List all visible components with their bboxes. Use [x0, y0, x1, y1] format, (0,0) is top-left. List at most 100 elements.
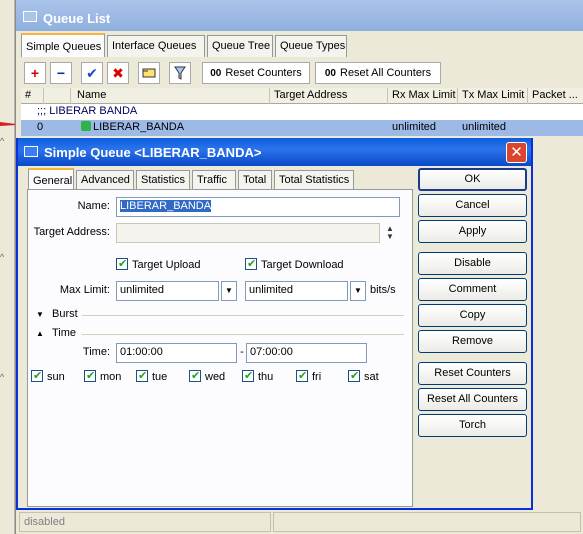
checkbox-icon [242, 369, 254, 382]
col-flags[interactable] [44, 88, 71, 104]
target-address-field[interactable] [116, 223, 380, 243]
simple-queue-dialog: Simple Queue <LIBERAR_BANDA> ✕ General A… [16, 138, 533, 510]
max-limit-upload-field[interactable]: unlimited [116, 281, 219, 301]
row-number: 0 [37, 121, 44, 133]
target-download-label: Target Download [261, 259, 344, 271]
day-tue-checkbox[interactable]: tue [136, 369, 168, 383]
queue-toolbar: + − ✔ ✖ 00 Reset Counters 00 Reset All Cou… [21, 59, 581, 87]
tab-queue-types[interactable]: Queue Types [275, 35, 347, 57]
tab-statistics[interactable]: Statistics [136, 170, 190, 190]
comment-button[interactable] [138, 62, 160, 84]
counter-icon: 00 [324, 68, 336, 79]
reset-counters-label: Reset Counters [225, 67, 302, 79]
background-marker: ^ [0, 136, 5, 146]
name-field[interactable]: LIBERAR_BANDA [116, 197, 400, 217]
day-label: tue [152, 371, 168, 383]
day-thu-checkbox[interactable]: thu [242, 369, 274, 383]
time-section[interactable]: ▲ Time [34, 327, 404, 341]
checkbox-icon [245, 257, 257, 270]
time-section-label: Time [52, 327, 77, 339]
burst-section[interactable]: ▼ Burst [34, 308, 404, 322]
time-separator: - [240, 346, 244, 358]
time-from-field[interactable]: 01:00:00 [116, 343, 237, 363]
col-rx-max-limit[interactable]: Rx Max Limit [388, 88, 458, 104]
reset-counters-button[interactable]: 00 Reset Counters [202, 62, 310, 84]
tab-simple-queues[interactable]: Simple Queues [21, 33, 105, 57]
remove-button[interactable]: Remove [418, 330, 527, 353]
tab-total[interactable]: Total [238, 170, 272, 190]
row-name-text: LIBERAR_BANDA [93, 121, 185, 133]
enable-button[interactable]: ✔ [81, 62, 103, 84]
day-fri-checkbox[interactable]: fri [296, 369, 322, 383]
tab-interface-queues[interactable]: Interface Queues [107, 35, 205, 57]
checkbox-icon [348, 369, 360, 382]
dialog-title: Simple Queue <LIBERAR_BANDA> [44, 145, 262, 160]
day-label: sat [364, 371, 379, 383]
dialog-titlebar[interactable]: Simple Queue <LIBERAR_BANDA> ✕ [18, 138, 531, 166]
close-button[interactable]: ✕ [506, 142, 527, 163]
status-bar: disabled [19, 512, 271, 532]
cancel-button[interactable]: Cancel [418, 194, 527, 217]
target-upload-checkbox[interactable]: Target Upload [116, 257, 201, 271]
tab-advanced[interactable]: Advanced [76, 170, 134, 190]
col-name[interactable]: Name [73, 88, 270, 104]
day-mon-checkbox[interactable]: mon [84, 369, 121, 383]
max-limit-download-dropdown[interactable]: ▼ [350, 281, 366, 301]
spinner-icon[interactable]: ▲ ▼ [386, 225, 394, 241]
tab-general[interactable]: General [28, 168, 74, 190]
max-limit-download-field[interactable]: unlimited [245, 281, 348, 301]
tab-traffic[interactable]: Traffic [192, 170, 236, 190]
reset-all-counters-button[interactable]: 00 Reset All Counters [315, 62, 441, 84]
disable-button[interactable]: ✖ [107, 62, 129, 84]
apply-button[interactable]: Apply [418, 220, 527, 243]
filter-button[interactable] [169, 62, 191, 84]
comment-button[interactable]: Comment [418, 278, 527, 301]
time-to-field[interactable]: 07:00:00 [246, 343, 367, 363]
burst-label: Burst [52, 308, 78, 320]
col-tx-max-limit[interactable]: Tx Max Limit [458, 88, 528, 104]
queue-icon [81, 121, 91, 131]
filter-icon [174, 66, 186, 80]
checkbox-icon [136, 369, 148, 382]
checkbox-icon [31, 369, 43, 382]
remove-button[interactable]: − [50, 62, 72, 84]
col-number[interactable]: # [21, 88, 44, 104]
ok-button[interactable]: OK [418, 168, 527, 191]
table-header: # Name Target Address Rx Max Limit Tx Ma… [21, 88, 583, 104]
background-marker: ^ [0, 372, 5, 382]
tab-total-statistics[interactable]: Total Statistics [274, 170, 354, 190]
max-limit-label: Max Limit: [59, 284, 110, 296]
target-address-label: Target Address: [33, 226, 110, 238]
torch-button[interactable]: Torch [418, 414, 527, 437]
reset-all-counters-button[interactable]: Reset All Counters [418, 388, 527, 411]
comment-icon [142, 68, 156, 78]
day-sat-checkbox[interactable]: sat [348, 369, 379, 383]
add-button[interactable]: + [24, 62, 46, 84]
target-download-checkbox[interactable]: Target Download [245, 257, 344, 271]
reset-all-counters-label: Reset All Counters [340, 67, 432, 79]
col-packet[interactable]: Packet ... [528, 88, 583, 104]
tab-queue-tree[interactable]: Queue Tree [207, 35, 273, 57]
col-target-address[interactable]: Target Address [270, 88, 388, 104]
window-icon [23, 11, 37, 22]
reset-counters-button[interactable]: Reset Counters [418, 362, 527, 385]
divider [82, 315, 404, 316]
general-panel: Name: LIBERAR_BANDA Target Address: ▲▼ T… [27, 189, 413, 507]
row-rx-limit: unlimited [392, 121, 437, 133]
max-limit-upload-dropdown[interactable]: ▼ [221, 281, 237, 301]
name-value: LIBERAR_BANDA [120, 200, 212, 212]
checkbox-icon [116, 257, 128, 270]
target-upload-label: Target Upload [132, 259, 201, 271]
disable-button[interactable]: Disable [418, 252, 527, 275]
checkbox-icon [84, 369, 96, 382]
copy-button[interactable]: Copy [418, 304, 527, 327]
row-name: LIBERAR_BANDA [77, 120, 270, 136]
table-row[interactable]: 0 LIBERAR_BANDA unlimited unlimited [21, 120, 583, 136]
day-label: fri [312, 371, 322, 383]
row-comment: ;;; LIBERAR BANDA [37, 105, 138, 117]
comment-row[interactable]: ;;; LIBERAR BANDA [21, 104, 583, 120]
day-label: thu [258, 371, 274, 383]
day-sun-checkbox[interactable]: sun [31, 369, 65, 383]
day-wed-checkbox[interactable]: wed [189, 369, 225, 383]
queue-list-titlebar[interactable]: Queue List [16, 0, 583, 31]
